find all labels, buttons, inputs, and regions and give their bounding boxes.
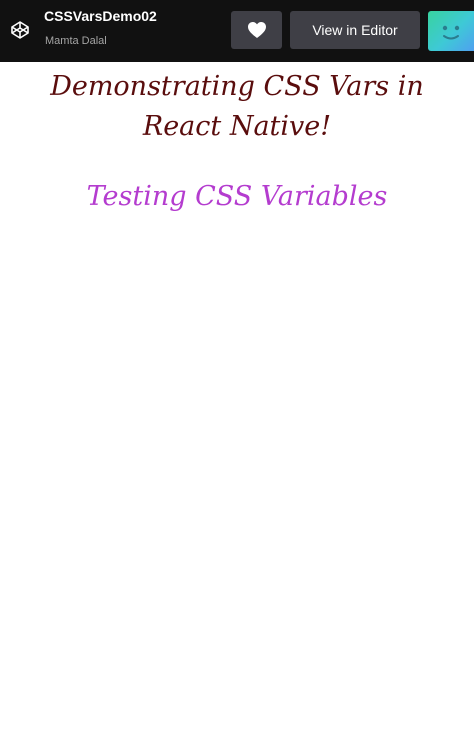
app-preview: Demonstrating CSS Vars in React Native! … — [0, 62, 474, 732]
page-subheading: Testing CSS Variables — [86, 181, 388, 212]
codepen-logo-icon[interactable] — [10, 20, 30, 40]
view-in-editor-button[interactable]: View in Editor — [290, 11, 420, 49]
heart-icon — [247, 21, 267, 39]
top-bar: CSSVarsDemo02 Mamta Dalal View in Editor — [0, 0, 474, 62]
view-in-editor-label: View in Editor — [312, 22, 398, 38]
user-avatar[interactable] — [428, 11, 474, 51]
like-button[interactable] — [231, 11, 282, 49]
app-title[interactable]: CSSVarsDemo02 — [44, 8, 157, 24]
author-name[interactable]: Mamta Dalal — [45, 35, 107, 47]
title-block: CSSVarsDemo02 Mamta Dalal — [44, 6, 214, 56]
page-heading: Demonstrating CSS Vars in React Native! — [50, 71, 424, 142]
